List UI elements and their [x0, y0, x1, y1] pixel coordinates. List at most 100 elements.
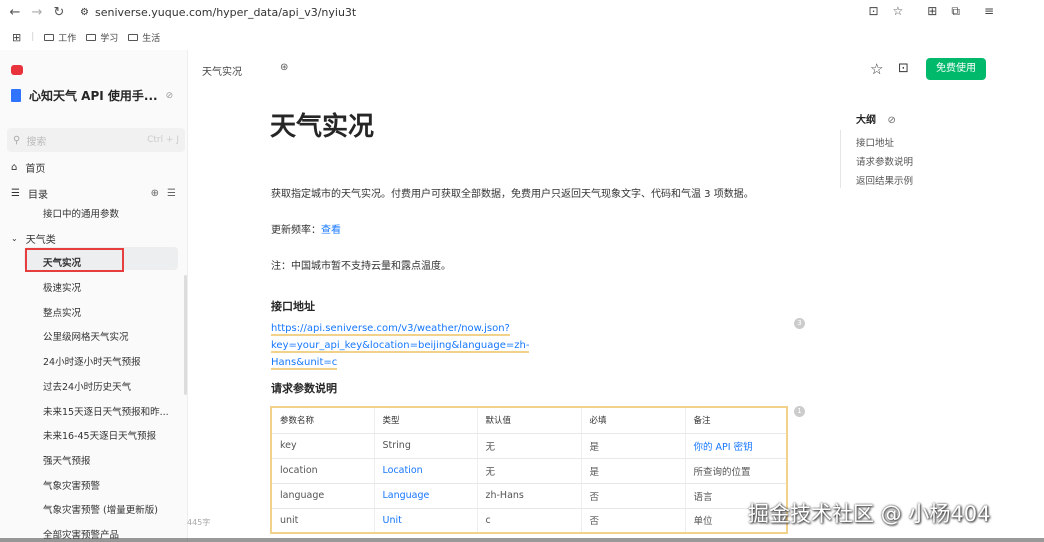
table-cell: 无: [476, 433, 581, 459]
url-text: seniverse.yuque.com/hyper_data/api_v3/ny…: [94, 5, 357, 19]
word-count: 445字: [187, 518, 211, 527]
address-bar[interactable]: ⚙ seniverse.yuque.com/hyper_data/api_v3/…: [80, 6, 356, 19]
bottom-edge: [0, 538, 1044, 542]
search-icon: ⚲: [13, 134, 21, 146]
doc-topbar: 天气实况 ⊛ ☆ ⊡ 免费使用: [190, 56, 1044, 84]
table-cell: unit: [271, 508, 374, 534]
table-row: unit Unit c 否 单位: [271, 508, 787, 534]
sidebar-item-common-params[interactable]: 接口中的通用参数: [43, 206, 119, 220]
yuque-logo-icon[interactable]: [11, 65, 23, 75]
book-title[interactable]: 心知天气 API 使用手... ⊘: [11, 87, 173, 104]
bookmark-folder-work[interactable]: 工作: [44, 31, 76, 44]
free-use-button[interactable]: 免费使用: [926, 58, 986, 80]
update-frequency: 更新频率：查看: [271, 225, 341, 236]
table-cell: language: [271, 483, 374, 509]
sidebar-item[interactable]: 气象灾害预警 (增量更新版): [43, 502, 158, 516]
intro-text: 获取指定城市的天气实况。付费用户可获取全部数据，免费用户只返回天气现象文字、代码…: [271, 189, 754, 200]
locate-icon[interactable]: ⊕: [151, 188, 159, 199]
sidebar-home[interactable]: ⌂ 首页: [11, 160, 45, 175]
table-cell: 所查询的位置: [684, 458, 787, 484]
table-cell: key: [271, 433, 374, 459]
table-header: 必填: [580, 407, 685, 434]
watermark: 掘金技术社区 @ 小杨404: [748, 502, 991, 526]
table-cell: zh-Hans: [476, 483, 581, 509]
share-icon[interactable]: ⊡: [898, 61, 909, 76]
highlight-box: [25, 248, 124, 272]
sidebar-item[interactable]: 气象灾害预警: [43, 478, 100, 492]
outline-item[interactable]: 接口地址: [856, 135, 894, 149]
table-row: language Language zh-Hans 否 语言: [271, 483, 787, 509]
sidebar-group-weather[interactable]: ⌄ 天气类: [11, 231, 56, 246]
bookmark-star-icon[interactable]: ☆: [893, 4, 904, 19]
table-cell-link[interactable]: Unit: [373, 508, 477, 534]
page-title: 天气实况: [270, 112, 375, 142]
settings-icon[interactable]: ⊘: [166, 91, 174, 101]
search-input[interactable]: ⚲ 搜索 Ctrl + J: [7, 128, 185, 152]
table-cell: 是: [580, 433, 685, 459]
browser-toolbar: ← → ↻ ⚙ seniverse.yuque.com/hyper_data/a…: [0, 0, 1044, 24]
sidebar-item[interactable]: 强天气预报: [43, 453, 91, 467]
back-icon[interactable]: ←: [4, 5, 26, 20]
sidebar-item[interactable]: 未来16-45天逐日天气预报: [43, 428, 156, 442]
table-header: 参数名称: [271, 407, 374, 434]
sidebar-item[interactable]: 24小时逐小时天气预报: [43, 354, 141, 368]
toc-icon: ☰: [11, 188, 20, 199]
table-cell: 是: [580, 458, 685, 484]
apps-icon[interactable]: ⊞: [12, 31, 21, 44]
table-cell-link[interactable]: Location: [373, 458, 477, 484]
search-shortcut: Ctrl + J: [147, 135, 179, 145]
chevron-down-icon: ⌄: [11, 234, 18, 243]
qr-icon[interactable]: ⊞: [927, 4, 937, 19]
api-heading: 接口地址: [271, 300, 315, 313]
table-cell: location: [271, 458, 374, 484]
view-link[interactable]: 查看: [321, 225, 341, 236]
table-row: key String 无 是 你的 API 密钥: [271, 433, 787, 459]
folder-icon: [44, 33, 55, 41]
table-header-row: 参数名称 类型 默认值 必填 备注: [271, 407, 787, 434]
collapse-icon[interactable]: ☰: [167, 188, 176, 199]
bookmarks-bar: ⊞ | 工作 学习 生活: [12, 30, 161, 44]
site-info-icon[interactable]: ⚙: [80, 7, 89, 18]
install-icon[interactable]: ⊡: [868, 4, 878, 19]
sidebar-item[interactable]: 未来15天逐日天气预报和昨...: [43, 404, 169, 418]
table-cell: 否: [580, 508, 685, 534]
visibility-icon[interactable]: ⊛: [280, 62, 288, 73]
bookmark-folder-life[interactable]: 生活: [128, 31, 160, 44]
home-icon: ⌂: [11, 162, 18, 173]
book-icon: [11, 89, 21, 102]
folder-icon: [128, 33, 139, 41]
breadcrumb[interactable]: 天气实况: [202, 63, 242, 78]
sidebar: 心知天气 API 使用手... ⊘ ⚲ 搜索 Ctrl + J ⌂ 首页 ☰ 目…: [0, 50, 188, 542]
star-icon[interactable]: ☆: [870, 60, 883, 78]
sidebar-item[interactable]: 公里级网格天气实况: [43, 329, 129, 343]
comment-icon[interactable]: 3: [794, 318, 805, 329]
forward-icon[interactable]: →: [26, 5, 48, 20]
note-text: 注：中国城市暂不支持云量和露点温度。: [271, 261, 451, 272]
sidebar-item[interactable]: 整点实况: [43, 305, 81, 319]
sidebar-scrollbar[interactable]: [184, 275, 187, 395]
table-header: 类型: [373, 407, 477, 434]
extensions-icon[interactable]: ⧉: [951, 4, 960, 19]
table-header: 默认值: [476, 407, 581, 434]
table-row: location Location 无 是 所查询的位置: [271, 458, 787, 484]
outline-divider: [840, 130, 841, 188]
table-cell-link[interactable]: 你的 API 密钥: [684, 433, 787, 459]
table-cell: 无: [476, 458, 581, 484]
sidebar-item[interactable]: 过去24小时历史天气: [43, 379, 131, 393]
reload-icon[interactable]: ↻: [48, 5, 70, 20]
outline-item[interactable]: 请求参数说明: [856, 154, 913, 168]
comment-icon[interactable]: 1: [794, 406, 805, 417]
hide-outline-icon[interactable]: ⊘: [887, 115, 895, 126]
params-table: 参数名称 类型 默认值 必填 备注 key String 无 是 你的 API …: [270, 406, 788, 534]
params-heading: 请求参数说明: [271, 382, 337, 395]
table-header: 备注: [684, 407, 787, 434]
menu-icon[interactable]: ≡: [984, 4, 994, 19]
outline-title: 大纲 ⊘: [856, 115, 896, 126]
folder-icon: [86, 33, 97, 41]
bookmark-folder-study[interactable]: 学习: [86, 31, 118, 44]
sidebar-toc[interactable]: ☰ 目录 ⊕ ☰: [11, 186, 176, 201]
sidebar-item[interactable]: 极速实况: [43, 280, 81, 294]
outline-item[interactable]: 返回结果示例: [856, 173, 913, 187]
api-url-link[interactable]: https://api.seniverse.com/v3/weather/now…: [271, 320, 741, 371]
table-cell-link[interactable]: Language: [373, 483, 477, 509]
